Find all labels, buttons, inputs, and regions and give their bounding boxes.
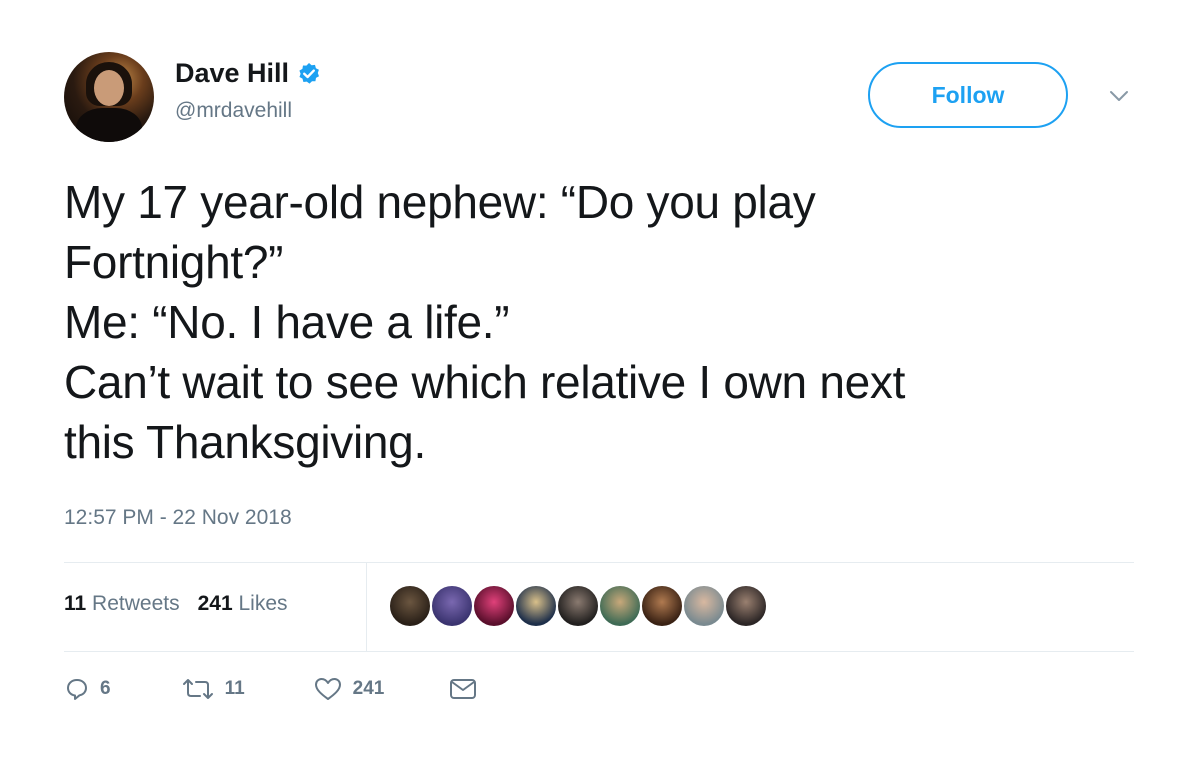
liker-avatar[interactable] [430,584,474,628]
divider [64,651,1134,652]
liker-avatar[interactable] [514,584,558,628]
avatar[interactable] [64,52,154,142]
engagement-stats: 11 Retweets 241 Likes [64,592,288,616]
tweet-line: this Thanksgiving. [64,416,426,468]
retweets-count: 11 [64,592,87,615]
liker-avatar[interactable] [598,584,642,628]
display-name[interactable]: Dave Hill [175,58,289,89]
liker-avatar[interactable] [472,584,516,628]
likes-stat[interactable]: 241 Likes [198,592,288,616]
liker-avatar[interactable] [640,584,684,628]
timestamp[interactable]: 12:57 PM - 22 Nov 2018 [64,506,292,530]
liker-avatar[interactable] [388,584,432,628]
tweet-text: My 17 year-old nephew: “Do you play Fort… [64,172,1124,472]
retweets-stat[interactable]: 11 Retweets [64,592,180,616]
follow-button[interactable]: Follow [868,62,1068,128]
reply-icon[interactable] [64,676,90,702]
message-action[interactable] [448,677,478,701]
liker-avatar[interactable] [682,584,726,628]
heart-icon[interactable] [313,676,343,702]
retweet-count: 11 [224,678,245,699]
liker-avatar[interactable] [556,584,600,628]
tweet-actions: 6 11 241 [64,676,478,702]
like-count: 241 [352,678,385,699]
tweet-line: Me: “No. I have a life.” [64,296,510,348]
like-action[interactable]: 241 [313,676,385,702]
user-header: Dave Hill @mrdavehill [175,58,321,123]
envelope-icon[interactable] [448,677,478,701]
display-name-row[interactable]: Dave Hill [175,58,321,89]
divider [64,562,1134,563]
tweet-line: Fortnight?” [64,236,284,288]
retweet-action[interactable]: 11 [181,676,245,702]
tweet-line: My 17 year-old nephew: “Do you play [64,176,816,228]
liker-avatar[interactable] [724,584,768,628]
retweet-icon[interactable] [181,676,215,702]
reply-action[interactable]: 6 [64,676,111,702]
likes-count: 241 [197,592,233,615]
divider [366,563,367,651]
liker-avatars [388,584,768,628]
tweet-line: Can’t wait to see which relative I own n… [64,356,906,408]
chevron-down-icon[interactable] [1108,88,1130,104]
verified-badge-icon [297,62,321,86]
retweets-label: Retweets [92,592,180,615]
likes-label: Likes [238,592,288,615]
reply-count: 6 [100,678,111,699]
user-handle[interactable]: @mrdavehill [175,99,321,123]
